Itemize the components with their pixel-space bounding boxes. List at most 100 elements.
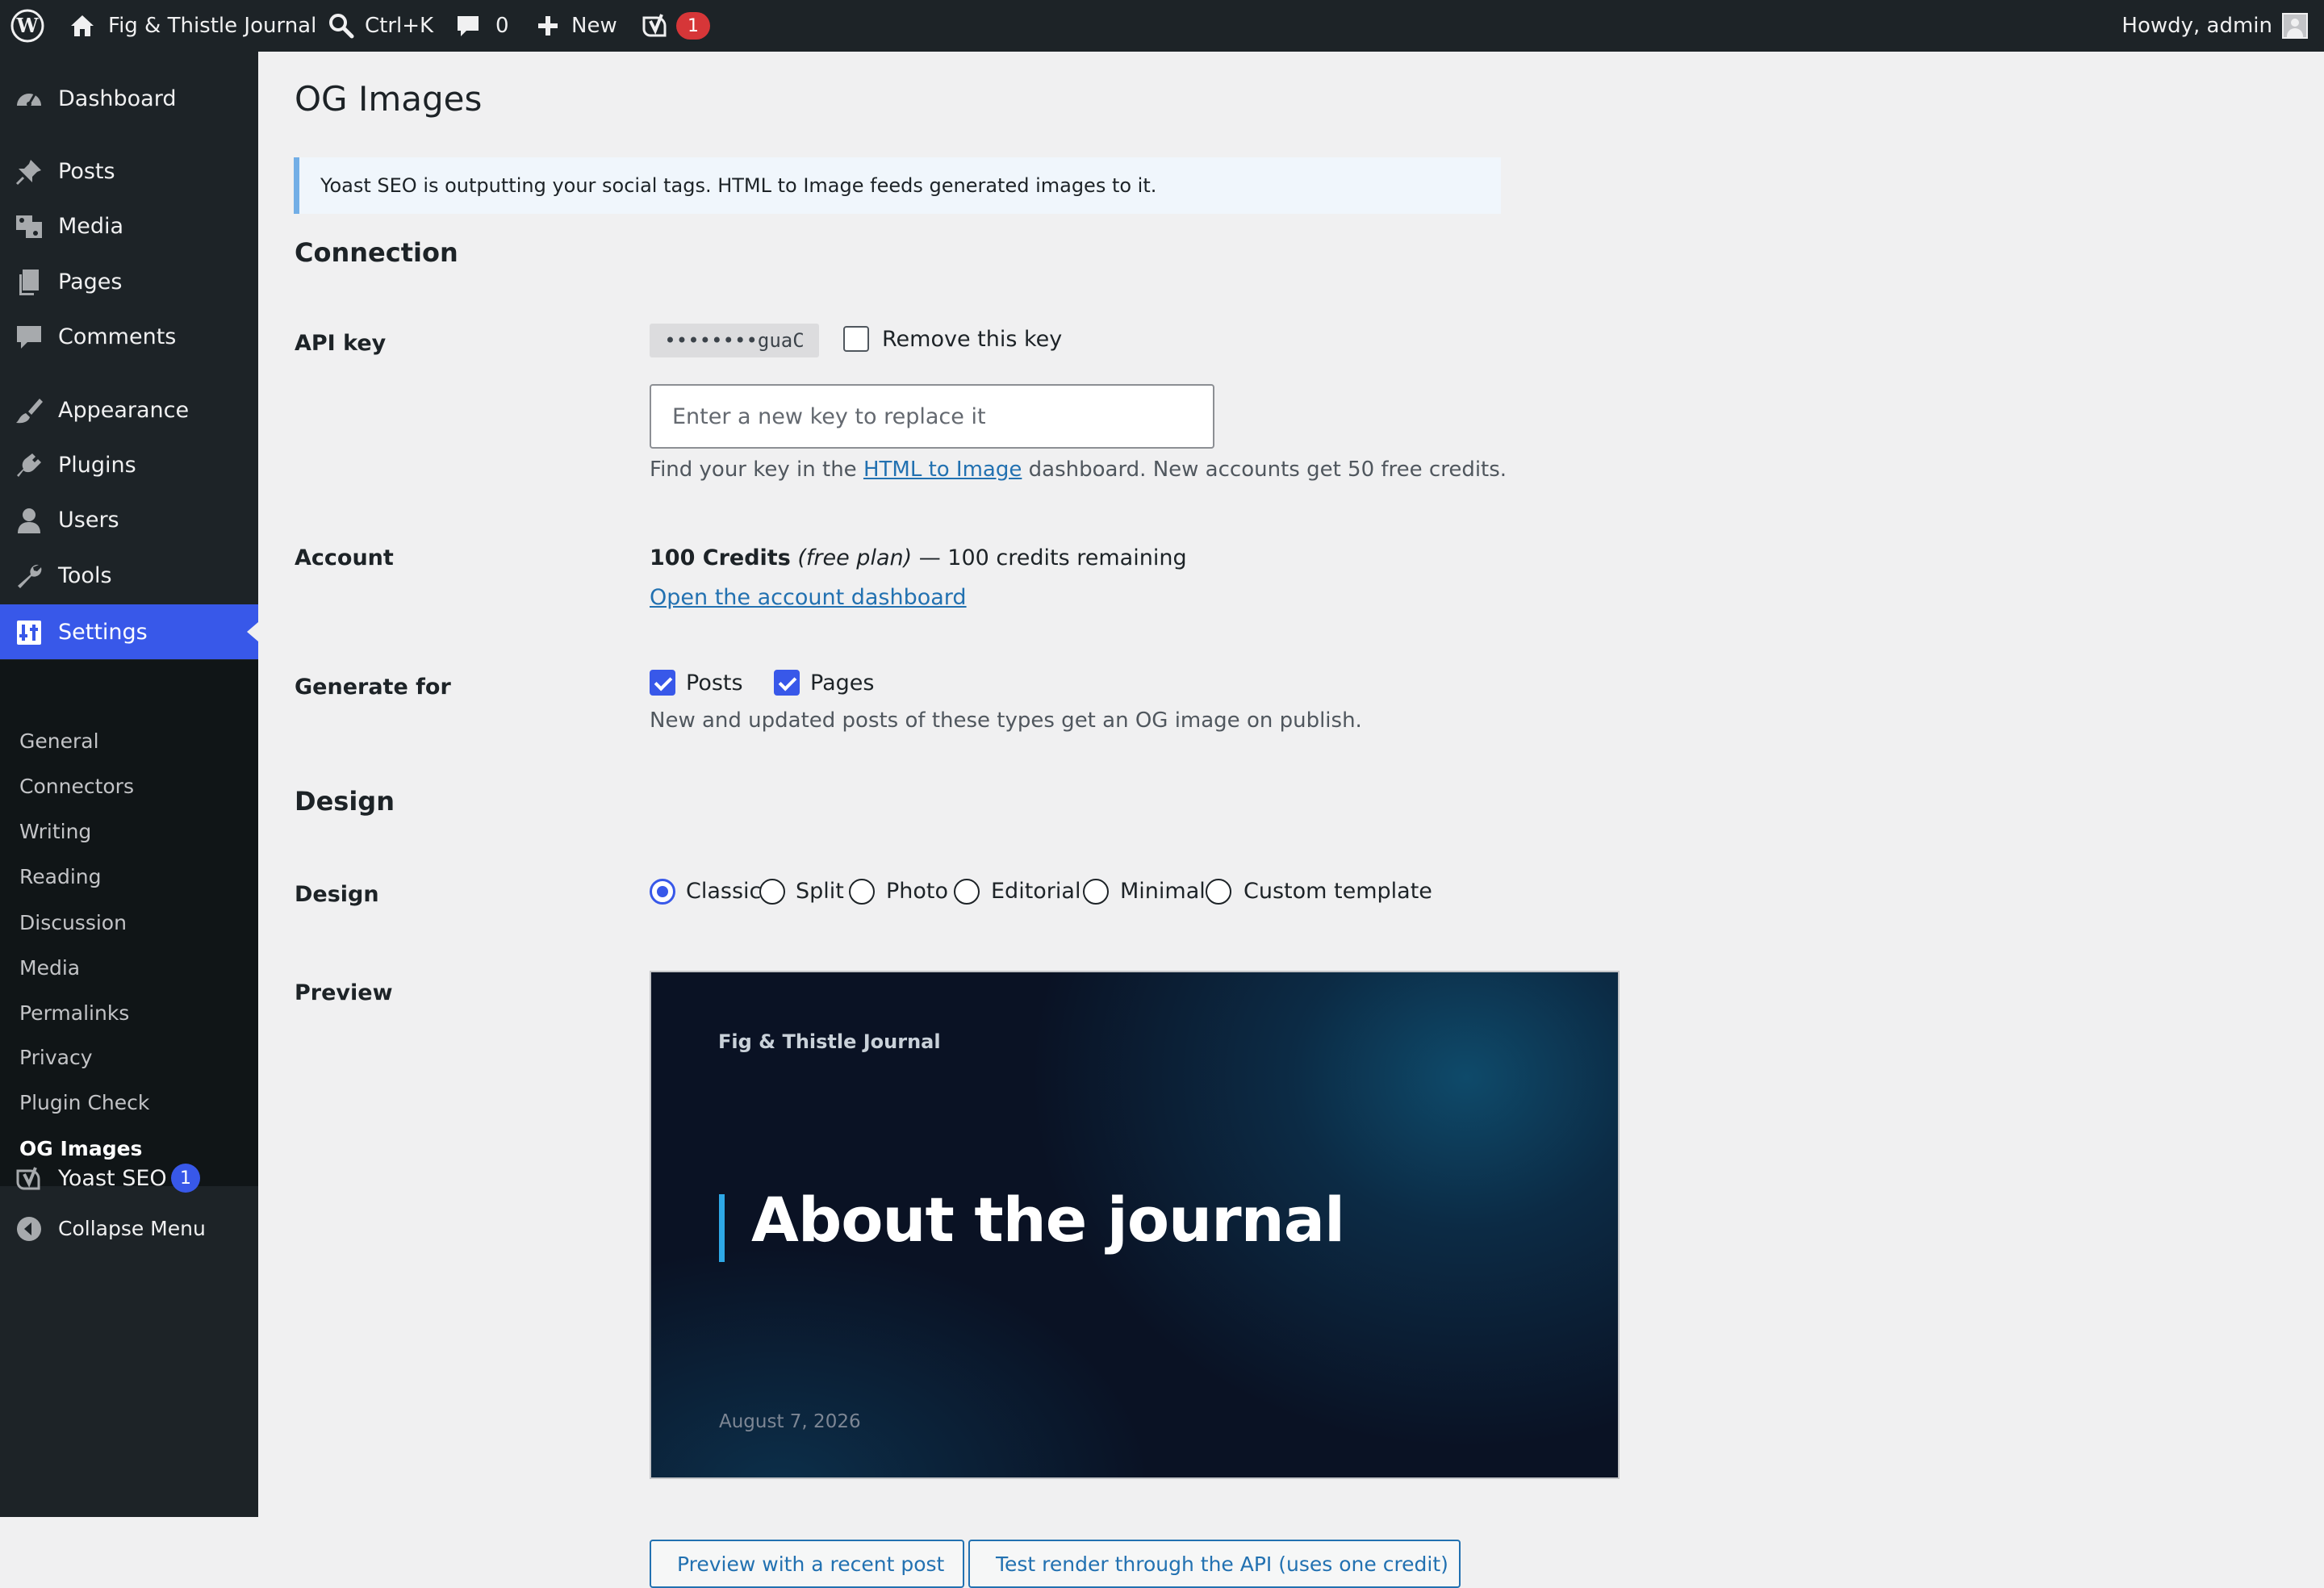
test-render-button[interactable]: Test render through the API (uses one cr… [968,1540,1461,1588]
submenu-item-plugin-check[interactable]: Plugin Check [19,1091,149,1114]
submenu-item-media[interactable]: Media [19,956,80,980]
api-key-help: Find your key in the HTML to Image dashb… [650,458,1507,482]
generate-pages-checkbox[interactable] [774,670,800,696]
info-notice: Yoast SEO is outputting your social tags… [294,157,1501,214]
plan-credits: 100 Credits [650,545,791,570]
comment-bubble-icon [458,16,479,36]
design-option-label-classic[interactable]: Classic [686,879,761,904]
credits-remaining: — 100 credits remaining [912,545,1187,570]
yoast-notification-badge: 1 [676,12,710,40]
sidebar-item-pages[interactable]: Pages [0,254,258,309]
sidebar-item-posts[interactable]: Posts [0,144,258,198]
sidebar-item-label: Tools [58,562,112,588]
design-radio-custom-template[interactable] [1206,879,1231,905]
design-option-label-minimal[interactable]: Minimal [1120,879,1206,904]
masked-api-key: ••••••••guaC [650,324,819,357]
design-heading: Design [295,786,395,817]
sidebar-item-appearance[interactable]: Appearance [0,382,258,437]
preview-accent-bar [719,1194,725,1262]
yoast-logo-icon [16,1167,40,1190]
sidebar-item-label: Users [58,507,119,533]
search-icon [329,14,354,39]
remove-key-checkbox[interactable] [843,326,869,352]
preview-title: About the journal [751,1184,1345,1256]
design-radio-classic[interactable] [650,879,675,905]
design-radio-photo[interactable] [849,879,875,905]
pages-icon [19,270,39,295]
generate-posts-label[interactable]: Posts [686,671,743,696]
sidebar-item-settings[interactable]: Settings [0,604,258,659]
collapse-menu-button[interactable]: Collapse Menu [0,1201,258,1256]
connection-heading: Connection [295,237,458,268]
sidebar-item-label: Settings [58,619,148,645]
settings-sliders-icon [17,621,41,645]
design-option-label-split[interactable]: Split [796,879,844,904]
remove-key-label[interactable]: Remove this key [882,327,1062,352]
sidebar-item-label: Dashboard [58,86,177,111]
design-option-label-editorial[interactable]: Editorial [991,879,1080,904]
plus-icon [538,16,558,36]
design-radio-minimal[interactable] [1083,879,1109,905]
media-icon [16,215,42,238]
html-to-image-link[interactable]: HTML to Image [863,458,1022,482]
new-label: New [571,14,617,38]
submenu-item-general[interactable]: General [19,729,99,753]
submenu-item-privacy[interactable]: Privacy [19,1046,93,1069]
sidebar-item-dashboard[interactable]: Dashboard [0,71,258,126]
sidebar-item-label: Yoast SEO [58,1165,167,1191]
comments-link[interactable]: 0 [455,0,509,52]
main-content: OG Images Yoast SEO is outputting your s… [258,52,2324,1588]
design-option-label-custom-template[interactable]: Custom template [1244,879,1432,904]
generate-pages-label[interactable]: Pages [810,671,874,696]
home-icon [71,15,94,36]
sidebar-item-label: Comments [58,324,177,349]
plug-icon [17,453,41,477]
sidebar-item-plugins[interactable]: Plugins [0,437,258,492]
account-label: Account [295,545,394,570]
wrench-icon [18,564,42,588]
my-account-menu[interactable]: Howdy, admin [2121,0,2308,52]
wordpress-logo-icon[interactable]: W [10,0,45,52]
preview-recent-post-button[interactable]: Preview with a recent post [650,1540,964,1588]
settings-submenu: General Connectors Writing Reading Discu… [0,660,258,1186]
pushpin-icon [15,160,41,186]
sidebar-item-comments[interactable]: Comments [0,309,258,364]
sidebar-item-media[interactable]: Media [0,198,258,253]
design-option-label-photo[interactable]: Photo [886,879,948,904]
comment-bubble-icon [17,326,41,349]
sidebar-item-yoast-seo[interactable]: Yoast SEO 1 [0,1151,258,1206]
page-title: OG Images [295,79,483,119]
submenu-item-reading[interactable]: Reading [19,865,101,888]
yoast-adminbar-menu[interactable]: 1 [641,0,710,52]
yoast-notification-badge: 1 [171,1164,200,1193]
preview-label: Preview [295,980,393,1005]
design-label: Design [295,882,379,907]
plan-type: (free plan) [797,545,913,570]
command-search-button[interactable]: Ctrl+K [328,0,433,52]
submenu-item-discussion[interactable]: Discussion [19,911,127,934]
account-dashboard-link[interactable]: Open the account dashboard [650,585,967,610]
site-name: Fig & Thistle Journal [108,14,317,38]
api-key-help-prefix: Find your key in the [650,458,863,482]
howdy-text: Howdy, admin [2121,14,2272,38]
generate-posts-checkbox[interactable] [650,670,675,696]
sidebar-item-label: Plugins [58,452,136,478]
preview-site-name: Fig & Thistle Journal [718,1030,941,1053]
submenu-item-writing[interactable]: Writing [19,820,91,843]
comments-count: 0 [495,14,509,38]
sidebar-item-label: Media [58,213,124,239]
notice-text: Yoast SEO is outputting your social tags… [320,174,1157,197]
new-content-button[interactable]: New [536,0,617,52]
site-name-link[interactable]: Fig & Thistle Journal [68,0,316,52]
api-key-help-suffix: dashboard. New accounts get 50 free cred… [1022,458,1507,482]
generate-for-help: New and updated posts of these types get… [650,708,1362,733]
new-api-key-input[interactable] [650,384,1214,449]
preview-date: August 7, 2026 [719,1411,861,1432]
sidebar-item-tools[interactable]: Tools [0,548,258,603]
submenu-item-connectors[interactable]: Connectors [19,775,134,798]
design-radio-split[interactable] [759,879,785,905]
submenu-item-permalinks[interactable]: Permalinks [19,1001,129,1025]
account-summary: 100 Credits (free plan) — 100 credits re… [650,545,1187,570]
sidebar-item-users[interactable]: Users [0,492,258,547]
design-radio-editorial[interactable] [954,879,980,905]
